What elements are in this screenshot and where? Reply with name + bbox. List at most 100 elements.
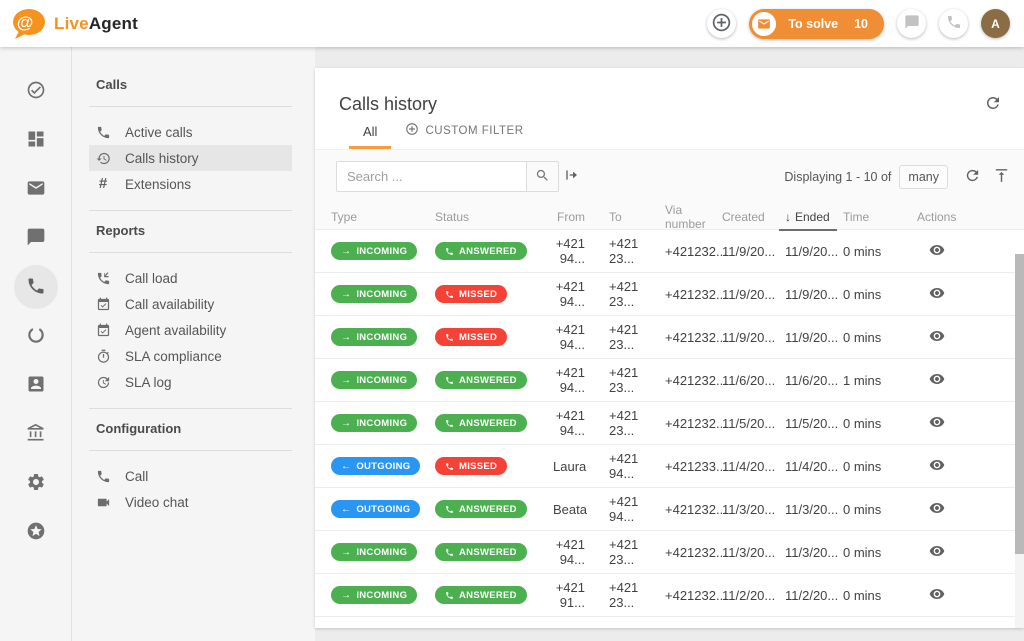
cell-actions: [917, 242, 1008, 261]
rail-upgrade-button[interactable]: [14, 510, 58, 554]
call-type-badge: →INCOMING: [331, 285, 417, 303]
scrollbar-thumb[interactable]: [1015, 254, 1024, 554]
star-circle-icon: [26, 521, 46, 544]
sidebar-item-call[interactable]: Call: [89, 463, 292, 489]
view-call-button[interactable]: [929, 457, 945, 476]
chats-button[interactable]: [897, 9, 926, 38]
cell-to: +421 23...: [609, 408, 665, 438]
table-row[interactable]: →INCOMING ANSWERED +421 94... +421 23...…: [315, 531, 1024, 574]
view-call-button[interactable]: [929, 371, 945, 390]
view-call-button[interactable]: [929, 414, 945, 433]
panel-refresh-button[interactable]: [984, 94, 1002, 115]
cell-ended: 11/2/20...: [785, 588, 843, 603]
add-button[interactable]: [707, 9, 736, 38]
sidebar-item-agent-availability[interactable]: Agent availability: [89, 317, 292, 343]
table-row[interactable]: →INCOMING ANSWERED +421 94... +421 23...…: [315, 230, 1024, 273]
cell-status: ANSWERED: [435, 414, 553, 432]
liveagent-app: @ LiveAgent To solve 10: [0, 0, 1024, 641]
tab-custom-filter[interactable]: CUSTOM FILTER: [391, 122, 537, 149]
table-refresh-button[interactable]: [964, 167, 981, 187]
column-header-created[interactable]: Created: [722, 203, 785, 231]
column-header-ended[interactable]: ↓ Ended: [785, 203, 843, 231]
table-row[interactable]: ←OUTGOING MISSED Laura +421 94... +42123…: [315, 445, 1024, 488]
view-call-button[interactable]: [929, 285, 945, 304]
sidebar-item-call-availability[interactable]: Call availability: [89, 291, 292, 317]
cell-type: →INCOMING: [331, 371, 435, 390]
table-row[interactable]: →INCOMING ANSWERED +421 91... +421 23...…: [315, 574, 1024, 617]
resolve-next-button[interactable]: [563, 167, 579, 186]
rail-dashboard-button[interactable]: [14, 118, 58, 162]
cell-via-number: +421232...: [665, 502, 722, 517]
calendar-check-icon: [95, 322, 111, 338]
column-header-from[interactable]: From: [553, 203, 609, 231]
cell-ended: 11/5/20...: [785, 416, 843, 431]
rail-mail-button[interactable]: [14, 167, 58, 211]
cell-time: 0 mins: [843, 459, 917, 474]
cell-ended: 11/9/20...: [785, 244, 843, 259]
search-input[interactable]: [336, 161, 526, 192]
view-call-button[interactable]: [929, 500, 945, 519]
envelope-icon: [752, 12, 776, 36]
column-header-status[interactable]: Status: [435, 203, 553, 231]
table-row[interactable]: →INCOMING ANSWERED +421 94... +421 23...…: [315, 402, 1024, 445]
rail-tickets-button[interactable]: [14, 69, 58, 113]
sidebar-item-calls-history[interactable]: Calls history: [89, 145, 292, 171]
view-call-button[interactable]: [929, 586, 945, 605]
search-button[interactable]: [526, 161, 559, 192]
sidebar-item-call-load[interactable]: Call load: [89, 265, 292, 291]
sidebar-item-video-chat[interactable]: Video chat: [89, 489, 292, 515]
view-call-button[interactable]: [929, 242, 945, 261]
cell-from: +421 91...: [553, 580, 609, 610]
call-status-badge: ANSWERED: [435, 371, 527, 389]
avatar[interactable]: A: [981, 9, 1010, 38]
chat-bubble-icon: [26, 227, 46, 250]
table-toolbar: Displaying 1 - 10 of many: [315, 149, 1024, 203]
cell-created: 11/9/20...: [722, 244, 785, 259]
sort-desc-icon: ↓: [785, 210, 791, 224]
rail-knowledge-base-button[interactable]: [14, 412, 58, 456]
table-row[interactable]: →INCOMING MISSED +421 94... +421 23... +…: [315, 273, 1024, 316]
cell-created: 11/3/20...: [722, 502, 785, 517]
tab-bar: All CUSTOM FILTER: [315, 119, 1024, 149]
rail-chats-button[interactable]: [14, 216, 58, 260]
cell-actions: [917, 414, 1008, 433]
cell-from: +421 94...: [553, 365, 609, 395]
clock-history-icon: [95, 374, 111, 390]
column-header-to[interactable]: To: [609, 203, 665, 231]
phone-icon: [445, 548, 454, 557]
cell-status: MISSED: [435, 457, 553, 475]
chat-icon: [904, 14, 920, 33]
cell-status: ANSWERED: [435, 242, 553, 260]
sidebar-item-active-calls[interactable]: Active calls: [89, 119, 292, 145]
svg-text:@: @: [17, 13, 34, 32]
direction-arrow-icon: →: [341, 332, 351, 343]
rail-calls-button[interactable]: [14, 265, 58, 309]
view-call-button[interactable]: [929, 328, 945, 347]
sidebar-item-sla-compliance[interactable]: SLA compliance: [89, 343, 292, 369]
column-header-type[interactable]: Type: [331, 203, 435, 231]
rail-contacts-button[interactable]: [14, 363, 58, 407]
divider: [89, 252, 292, 253]
scroll-to-top-button[interactable]: [993, 167, 1010, 187]
table-row[interactable]: →INCOMING ANSWERED +421 94... +421 23...…: [315, 359, 1024, 402]
sidebar-item-extensions[interactable]: # Extensions: [89, 171, 292, 197]
column-header-via-number[interactable]: Via number: [665, 203, 722, 231]
table-row[interactable]: →INCOMING MISSED +421 94... +421 23... +…: [315, 316, 1024, 359]
call-status-badge: ANSWERED: [435, 543, 527, 561]
tab-all[interactable]: All: [349, 124, 391, 149]
rail-social-button[interactable]: [14, 314, 58, 358]
sidebar-item-sla-log[interactable]: SLA log: [89, 369, 292, 395]
column-header-time[interactable]: Time: [843, 203, 917, 231]
cell-type: ←OUTGOING: [331, 500, 435, 519]
total-count-button[interactable]: many: [899, 165, 948, 189]
calls-button[interactable]: [939, 9, 968, 38]
cell-type: →INCOMING: [331, 285, 435, 304]
view-call-button[interactable]: [929, 543, 945, 562]
cell-time: 0 mins: [843, 545, 917, 560]
call-status-badge: ANSWERED: [435, 242, 527, 260]
to-solve-button[interactable]: To solve 10: [749, 9, 884, 39]
table-row[interactable]: ←OUTGOING ANSWERED Beata +421 94... +421…: [315, 488, 1024, 531]
rail-settings-button[interactable]: [14, 461, 58, 505]
cell-via-number: +421232...: [665, 287, 722, 302]
nav-section-title-configuration: Configuration: [96, 421, 292, 437]
